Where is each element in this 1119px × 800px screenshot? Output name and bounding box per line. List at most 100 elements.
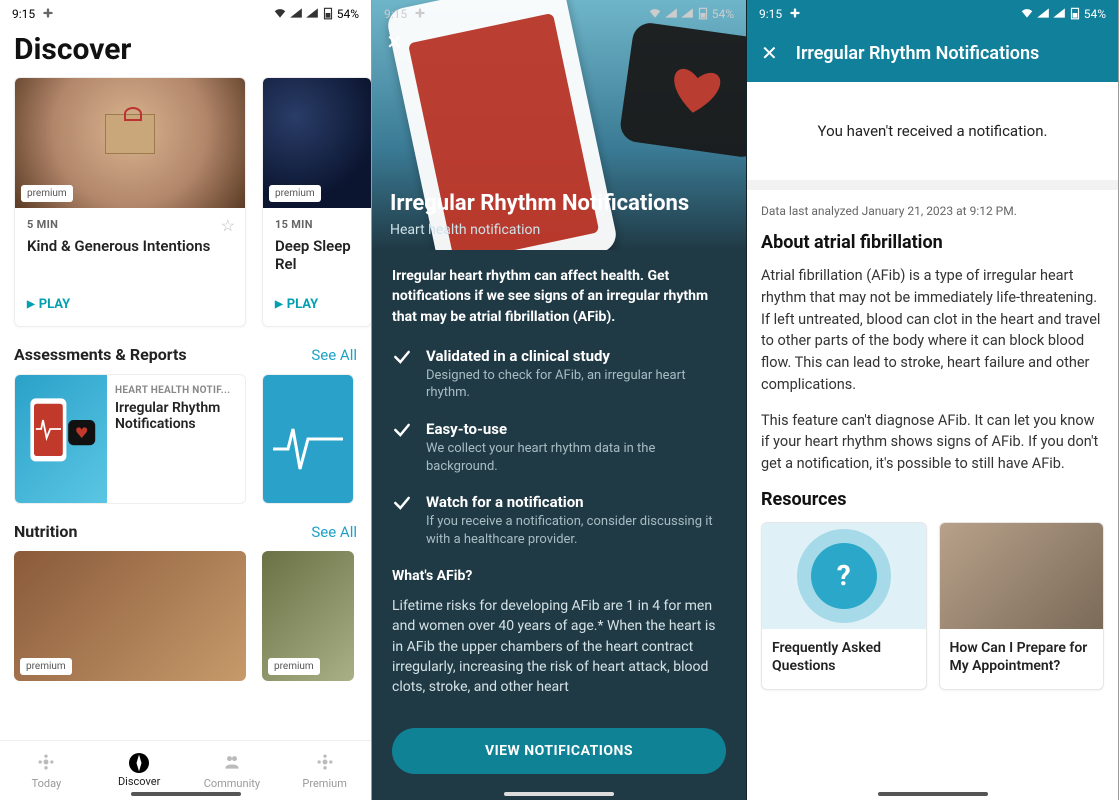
section-divider <box>747 180 1118 190</box>
wifi-icon <box>648 6 662 23</box>
resource-card-appointment[interactable]: How Can I Prepare for My Appointment? <box>939 522 1105 690</box>
card-duration: 5 MIN <box>27 218 233 231</box>
status-bar: 9:15 54% <box>0 0 371 24</box>
bullet-title: Easy-to-use <box>426 420 726 438</box>
premium-icon <box>315 752 335 775</box>
whats-afib-heading: What's AFib? <box>392 568 726 584</box>
community-icon <box>222 752 242 775</box>
tab-today[interactable]: Today <box>0 741 93 800</box>
status-time: 9:15 <box>12 7 35 21</box>
hero-subtitle: Heart health notification <box>390 222 728 238</box>
status-time: 9:15 <box>384 7 407 21</box>
discover-screen: 9:15 54% Discover premium 5 MIN ☆ Kind &… <box>0 0 372 800</box>
app-bar-title: Irregular Rhythm Notifications <box>796 43 1040 64</box>
check-icon <box>392 347 412 402</box>
wifi-icon <box>273 6 287 23</box>
tab-label: Community <box>204 777 260 790</box>
nutrition-card-peek[interactable]: premium <box>262 551 354 681</box>
check-icon <box>392 493 412 548</box>
assessment-card-irregular-rhythm[interactable]: HEART HEALTH NOTIF... Irregular Rhythm N… <box>14 374 246 504</box>
today-icon <box>36 752 56 775</box>
assessment-card-peek[interactable] <box>262 374 354 504</box>
bullet-easy: Easy-to-use We collect your heart rhythm … <box>392 420 726 475</box>
resources-heading: Resources <box>761 489 1104 510</box>
battery-icon <box>321 6 335 23</box>
battery-percent: 54% <box>1084 7 1106 21</box>
media-card-deep-sleep[interactable]: premium 15 MIN Deep Sleep Rel PLAY <box>262 77 372 327</box>
card-title: Kind & Generous Intentions <box>27 237 233 277</box>
slack-icon <box>41 6 55 23</box>
question-icon: ? <box>811 543 877 609</box>
slack-icon <box>413 6 427 23</box>
wifi-icon <box>1020 6 1034 23</box>
tab-label: Premium <box>302 777 346 790</box>
section-title: Assessments & Reports <box>14 345 187 364</box>
page-title: Discover <box>0 24 371 77</box>
assessment-image <box>15 375 107 503</box>
check-icon <box>392 420 412 475</box>
assessment-image <box>263 375 353 503</box>
close-icon[interactable]: ✕ <box>386 30 403 54</box>
resource-image: ? <box>762 523 926 629</box>
premium-badge: premium <box>21 185 73 202</box>
heart-icon <box>663 59 730 121</box>
bullet-title: Watch for a notification <box>426 493 726 511</box>
battery-percent: 54% <box>712 7 734 21</box>
view-notifications-button[interactable]: VIEW NOTIFICATIONS <box>392 728 726 774</box>
signal-icon <box>289 6 303 23</box>
nutrition-row: premium premium <box>0 551 371 681</box>
onboarding-body: Irregular heart rhythm can affect health… <box>372 250 746 788</box>
hero-title: Irregular Rhythm Notifications <box>390 191 728 216</box>
status-bar: 9:15 54% <box>747 0 1118 24</box>
media-card-kind-intentions[interactable]: premium 5 MIN ☆ Kind & Generous Intentio… <box>14 77 246 327</box>
resource-image <box>940 523 1104 629</box>
signal-icon-2 <box>1052 6 1066 23</box>
lead-text: Irregular heart rhythm can affect health… <box>392 266 726 327</box>
bullet-desc: If you receive a notification, consider … <box>426 513 726 548</box>
gift-icon <box>105 114 155 154</box>
slack-icon <box>788 6 802 23</box>
close-icon[interactable]: ✕ <box>761 41 778 65</box>
compass-icon <box>129 753 149 773</box>
signal-icon <box>664 6 678 23</box>
play-button[interactable]: PLAY <box>27 297 233 312</box>
resource-card-faq[interactable]: ? Frequently Asked Questions <box>761 522 927 690</box>
home-indicator[interactable] <box>131 792 241 796</box>
last-analyzed-text: Data last analyzed January 21, 2023 at 9… <box>761 204 1104 218</box>
premium-badge: premium <box>20 658 72 675</box>
bullet-desc: We collect your heart rhythm data in the… <box>426 440 726 475</box>
see-all-link[interactable]: See All <box>311 523 357 541</box>
card-image: premium <box>263 78 371 208</box>
signal-icon-2 <box>680 6 694 23</box>
battery-icon <box>696 6 710 23</box>
home-indicator[interactable] <box>504 792 614 796</box>
status-bar: 9:15 54% <box>372 0 746 24</box>
app-bar: ✕ Irregular Rhythm Notifications <box>747 24 1118 82</box>
card-title: Deep Sleep Rel <box>275 237 359 277</box>
tab-label: Today <box>32 777 62 790</box>
signal-icon <box>1036 6 1050 23</box>
tab-premium[interactable]: Premium <box>278 741 371 800</box>
assessments-header: Assessments & Reports See All <box>0 327 371 374</box>
hero-banner: ✕ Irregular Rhythm Notifications Heart h… <box>372 0 746 250</box>
irn-onboarding-screen: 9:15 54% ✕ Irregular Rhythm Notification… <box>372 0 747 800</box>
battery-percent: 54% <box>337 7 359 21</box>
favorite-icon[interactable]: ☆ <box>221 216 235 235</box>
battery-icon <box>1068 6 1082 23</box>
resource-label: How Can I Prepare for My Appointment? <box>940 629 1104 689</box>
media-cards-row: premium 5 MIN ☆ Kind & Generous Intentio… <box>0 77 371 327</box>
play-button[interactable]: PLAY <box>275 297 359 312</box>
assessments-row: HEART HEALTH NOTIF... Irregular Rhythm N… <box>0 374 371 504</box>
resource-label: Frequently Asked Questions <box>762 629 926 689</box>
irn-detail-screen: 9:15 54% ✕ Irregular Rhythm Notification… <box>747 0 1119 800</box>
nutrition-header: Nutrition See All <box>0 504 371 551</box>
resources-row: ? Frequently Asked Questions How Can I P… <box>761 522 1104 690</box>
see-all-link[interactable]: See All <box>311 346 357 364</box>
bottom-tab-bar: Today Discover Community Premium <box>0 740 371 800</box>
nutrition-card[interactable]: premium <box>14 551 246 681</box>
assessment-eyebrow: HEART HEALTH NOTIF... <box>115 385 237 396</box>
afib-paragraph: Lifetime risks for developing AFib are 1… <box>392 596 726 697</box>
card-image: premium <box>15 78 245 208</box>
section-title: Nutrition <box>14 522 77 541</box>
home-indicator[interactable] <box>878 792 988 796</box>
